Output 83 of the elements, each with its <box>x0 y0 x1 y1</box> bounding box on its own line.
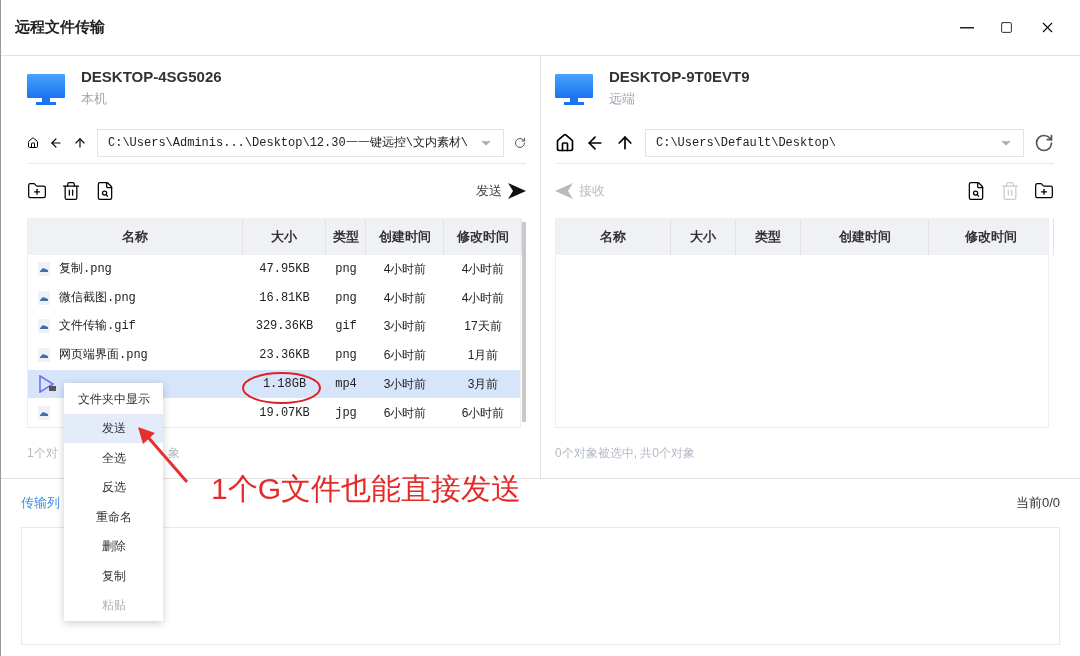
monitor-icon <box>27 74 65 106</box>
menu-item[interactable]: 反选 <box>64 472 163 502</box>
send-icon <box>508 183 526 199</box>
created-cell-text: 3小时前 <box>382 318 428 336</box>
receive-icon <box>555 183 573 199</box>
file-name: 文件传输.gif <box>59 318 136 336</box>
maximize-button[interactable] <box>1000 21 1013 34</box>
file-name: 微信截图.png <box>59 289 136 307</box>
scrollbar[interactable] <box>522 222 526 422</box>
image-file-icon <box>38 262 50 276</box>
monitor-icon <box>555 74 593 106</box>
host-name: DESKTOP-4SG5026 <box>81 67 222 87</box>
menu-item[interactable]: 全选 <box>64 443 163 473</box>
menu-item[interactable]: 复制 <box>64 561 163 591</box>
modified-cell-text: 1月前 <box>466 347 500 365</box>
search-folder-button[interactable] <box>966 181 986 201</box>
created-cell-text: 6小时前 <box>382 404 428 422</box>
home-button[interactable] <box>555 132 575 153</box>
host-name: DESKTOP-9T0EVT9 <box>609 67 750 87</box>
host-role: 远端 <box>609 89 636 108</box>
created-cell-text: 4小时前 <box>382 289 428 307</box>
created-cell-text: 6小时前 <box>382 347 428 365</box>
size-cell-text: 329.36KB <box>255 318 314 336</box>
send-button[interactable]: 发送 <box>476 181 526 201</box>
type-cell-text: mp4 <box>334 375 358 393</box>
modified-cell-text: 17天前 <box>463 318 503 336</box>
size-cell-text: 23.36KB <box>259 347 310 365</box>
search-folder-button[interactable] <box>95 181 115 201</box>
size-cell-text: 19.07KB <box>259 404 310 422</box>
type-cell-text: jpg <box>334 404 358 422</box>
menu-item[interactable]: 删除 <box>64 531 163 561</box>
column-header[interactable]: 名称 <box>556 219 671 255</box>
menu-item[interactable]: 发送 <box>64 413 163 443</box>
file-name: 复制.png <box>59 261 112 278</box>
column-header[interactable]: 名称 <box>28 219 243 255</box>
host-role: 本机 <box>81 89 108 108</box>
type-cell-text: png <box>334 289 358 307</box>
image-file-icon <box>38 319 50 334</box>
path-field[interactable]: C:\Users\Default\Desktop\ <box>645 128 1024 157</box>
image-file-icon <box>38 348 50 363</box>
type-cell-text: gif <box>334 318 358 336</box>
back-button[interactable] <box>49 135 63 150</box>
window-title: 远程文件传输 <box>15 17 105 38</box>
column-header[interactable]: 修改时间 <box>929 219 1054 255</box>
transfer-counter: 当前0/0 <box>1015 494 1060 513</box>
column-header[interactable]: 创建时间 <box>366 219 444 255</box>
modified-cell-text: 3月前 <box>466 375 500 393</box>
home-button[interactable] <box>27 136 39 149</box>
annotation-arrow <box>135 424 189 484</box>
column-header[interactable]: 类型 <box>736 219 801 255</box>
annotation-text: 1个G文件也能直接发送 <box>211 471 522 507</box>
modified-cell-text: 4小时前 <box>460 289 506 307</box>
path-field[interactable]: C:\Users\Adminis...\Desktop\12.30一一键远控\文内素材\ <box>97 128 504 157</box>
minimize-button[interactable] <box>960 26 974 29</box>
image-file-icon <box>38 405 50 420</box>
modified-cell-text: 6小时前 <box>460 404 506 422</box>
up-button[interactable] <box>73 135 87 150</box>
refresh-button[interactable] <box>514 136 526 149</box>
size-cell-text: 16.81KB <box>259 289 310 307</box>
refresh-button[interactable] <box>1034 132 1054 153</box>
selection-status: 1个对 <box>27 445 58 462</box>
type-cell-text: png <box>334 261 358 278</box>
column-header[interactable]: 大小 <box>243 219 326 255</box>
size-cell-text: 1.18GB <box>262 375 307 393</box>
minimize-icon <box>960 26 974 29</box>
created-cell-text: 4小时前 <box>382 261 428 278</box>
column-header[interactable]: 大小 <box>671 219 736 255</box>
file-name: 网页端界面.png <box>59 347 148 365</box>
play-file-icon <box>38 374 58 393</box>
transfer-list-tab[interactable]: 传输列 <box>21 493 60 513</box>
delete-button[interactable] <box>61 181 81 201</box>
image-file-icon <box>38 290 50 305</box>
selection-status: 0个对象被选中, 共0个对象 <box>555 445 695 462</box>
size-cell-text: 47.95KB <box>259 261 310 278</box>
column-header[interactable]: 创建时间 <box>801 219 929 255</box>
column-header[interactable]: 类型 <box>326 219 366 255</box>
created-cell-text: 3小时前 <box>382 375 428 393</box>
selection-status: 象 <box>167 445 180 462</box>
new-folder-button[interactable] <box>1034 181 1054 201</box>
menu-item[interactable]: 重命名 <box>64 502 163 532</box>
type-cell-text: png <box>334 347 358 365</box>
modified-cell-text: 4小时前 <box>460 261 506 278</box>
new-folder-button[interactable] <box>27 181 47 201</box>
